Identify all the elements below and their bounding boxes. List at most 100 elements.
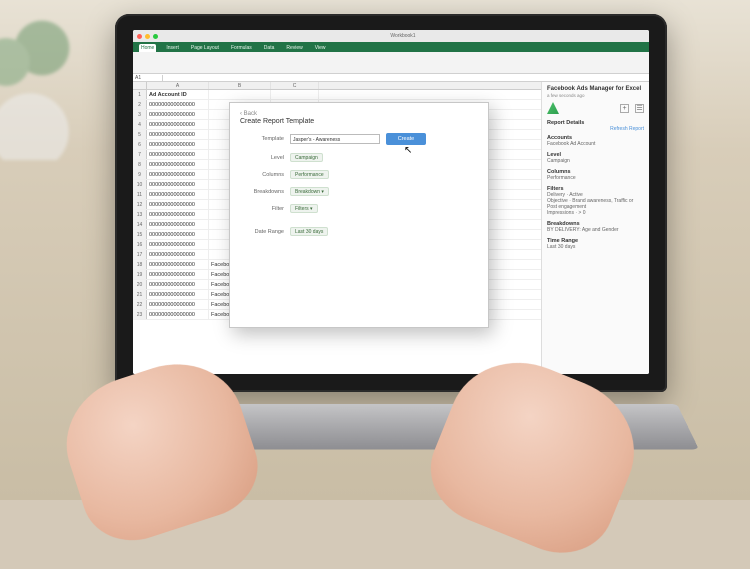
workspace: A B C 1Ad Account ID20000000000000003000… (133, 82, 649, 374)
sp-filters-v3: Impressions · > 0 (547, 210, 644, 216)
ribbon-tab-review[interactable]: Review (284, 44, 304, 52)
sp-timerange-v: Last 30 days (547, 244, 644, 250)
row-number[interactable]: 8 (133, 160, 147, 169)
level-label: Level (240, 155, 284, 161)
spreadsheet[interactable]: A B C 1Ad Account ID20000000000000003000… (133, 82, 541, 374)
table-row: 1Ad Account ID (133, 90, 541, 100)
cell[interactable]: 000000000000000 (147, 200, 209, 209)
cell[interactable]: 000000000000000 (147, 110, 209, 119)
cell[interactable]: Ad Account ID (147, 90, 209, 99)
laptop-bezel: Workbook1 Home Insert Page Layout Formul… (115, 14, 667, 392)
name-box[interactable]: A1 (133, 75, 163, 81)
cell[interactable]: 000000000000000 (147, 250, 209, 259)
row-number[interactable]: 9 (133, 170, 147, 179)
filter-label: Filter (240, 206, 284, 212)
row-number[interactable]: 20 (133, 280, 147, 289)
cell[interactable]: 000000000000000 (147, 160, 209, 169)
cell[interactable]: 000000000000000 (147, 180, 209, 189)
ribbon-tab-data[interactable]: Data (262, 44, 277, 52)
row-number[interactable]: 2 (133, 100, 147, 109)
row-number[interactable]: 7 (133, 150, 147, 159)
refresh-report-link[interactable]: Refresh Report (547, 126, 644, 132)
row-number[interactable]: 10 (133, 180, 147, 189)
daterange-label: Date Range (240, 229, 284, 235)
sp-breakdowns-v: BY DELIVERY: Age and Gender (547, 227, 644, 233)
column-headers: A B C (133, 82, 541, 90)
ribbon-tab-home[interactable]: Home (139, 44, 156, 52)
cell[interactable] (209, 90, 271, 99)
template-label: Template (240, 136, 284, 142)
row-number[interactable]: 17 (133, 250, 147, 259)
cell[interactable]: 000000000000000 (147, 260, 209, 269)
cell[interactable] (271, 90, 319, 99)
app-window: Workbook1 Home Insert Page Layout Formul… (133, 30, 649, 374)
row-number[interactable]: 5 (133, 130, 147, 139)
cell[interactable]: 000000000000000 (147, 300, 209, 309)
cell[interactable]: 000000000000000 (147, 170, 209, 179)
addin-panel: Facebook Ads Manager for Excel a few sec… (541, 82, 649, 374)
row-number[interactable]: 18 (133, 260, 147, 269)
row-number[interactable]: 22 (133, 300, 147, 309)
ribbon-tab-formulas[interactable]: Formulas (229, 44, 254, 52)
ribbon-tabs: Home Insert Page Layout Formulas Data Re… (133, 42, 649, 52)
formula-bar: A1 (133, 74, 649, 82)
cell[interactable]: 000000000000000 (147, 280, 209, 289)
scene-background: Workbook1 Home Insert Page Layout Formul… (0, 0, 750, 500)
cell[interactable]: 000000000000000 (147, 130, 209, 139)
cell[interactable]: 000000000000000 (147, 230, 209, 239)
template-input[interactable]: Jasper's - Awareness (290, 134, 380, 144)
breakdowns-label: Breakdowns (240, 189, 284, 195)
cell[interactable]: 000000000000000 (147, 210, 209, 219)
sp-filters-v2: Objective · Brand awareness, Traffic or … (547, 198, 644, 210)
cell[interactable]: 000000000000000 (147, 310, 209, 319)
ribbon-tab-pagelayout[interactable]: Page Layout (189, 44, 221, 52)
panel-title: Facebook Ads Manager for Excel (547, 86, 644, 92)
row-number[interactable]: 19 (133, 270, 147, 279)
row-number[interactable]: 15 (133, 230, 147, 239)
columns-chip[interactable]: Performance (290, 170, 329, 179)
row-number[interactable]: 1 (133, 90, 147, 99)
dialog-back[interactable]: ‹ Back (240, 111, 478, 117)
daterange-chip[interactable]: Last 30 days (290, 227, 328, 236)
ribbon-body (133, 52, 649, 74)
level-chip[interactable]: Campaign (290, 153, 323, 162)
cell[interactable]: 000000000000000 (147, 100, 209, 109)
row-number[interactable]: 11 (133, 190, 147, 199)
ribbon-tab-view[interactable]: View (313, 44, 328, 52)
cell[interactable]: 000000000000000 (147, 220, 209, 229)
panel-menu-button[interactable]: ☰ (635, 104, 644, 113)
breakdowns-chip[interactable]: Breakdown ▾ (290, 187, 329, 196)
cell[interactable]: 000000000000000 (147, 140, 209, 149)
panel-subtitle: a few seconds ago (547, 93, 644, 98)
row-number[interactable]: 16 (133, 240, 147, 249)
cell[interactable]: 000000000000000 (147, 240, 209, 249)
row-number[interactable]: 4 (133, 120, 147, 129)
row-number[interactable]: 14 (133, 220, 147, 229)
col-header-b[interactable]: B (209, 82, 271, 89)
fullscreen-icon[interactable] (153, 34, 158, 39)
create-button[interactable]: Create (386, 133, 426, 145)
cell[interactable]: 000000000000000 (147, 120, 209, 129)
add-report-button[interactable]: + (620, 104, 629, 113)
row-number[interactable]: 13 (133, 210, 147, 219)
cell[interactable]: 000000000000000 (147, 270, 209, 279)
cell[interactable]: 000000000000000 (147, 290, 209, 299)
laptop: Workbook1 Home Insert Page Layout Formul… (115, 14, 667, 392)
create-report-dialog: ‹ Back Create Report Template Template J… (229, 102, 489, 328)
sp-accounts-v: Facebook Ad Account (547, 141, 644, 147)
ribbon-tab-insert[interactable]: Insert (164, 44, 181, 52)
filter-chip[interactable]: Filters ▾ (290, 204, 318, 213)
row-number[interactable]: 23 (133, 310, 147, 319)
close-icon[interactable] (137, 34, 142, 39)
row-number[interactable]: 12 (133, 200, 147, 209)
row-number[interactable]: 21 (133, 290, 147, 299)
dialog-title: Create Report Template (240, 118, 478, 125)
col-header-c[interactable]: C (271, 82, 319, 89)
cell[interactable]: 000000000000000 (147, 190, 209, 199)
cell[interactable]: 000000000000000 (147, 150, 209, 159)
minimize-icon[interactable] (145, 34, 150, 39)
sp-columns-v: Performance (547, 175, 644, 181)
row-number[interactable]: 3 (133, 110, 147, 119)
col-header-a[interactable]: A (147, 82, 209, 89)
row-number[interactable]: 6 (133, 140, 147, 149)
